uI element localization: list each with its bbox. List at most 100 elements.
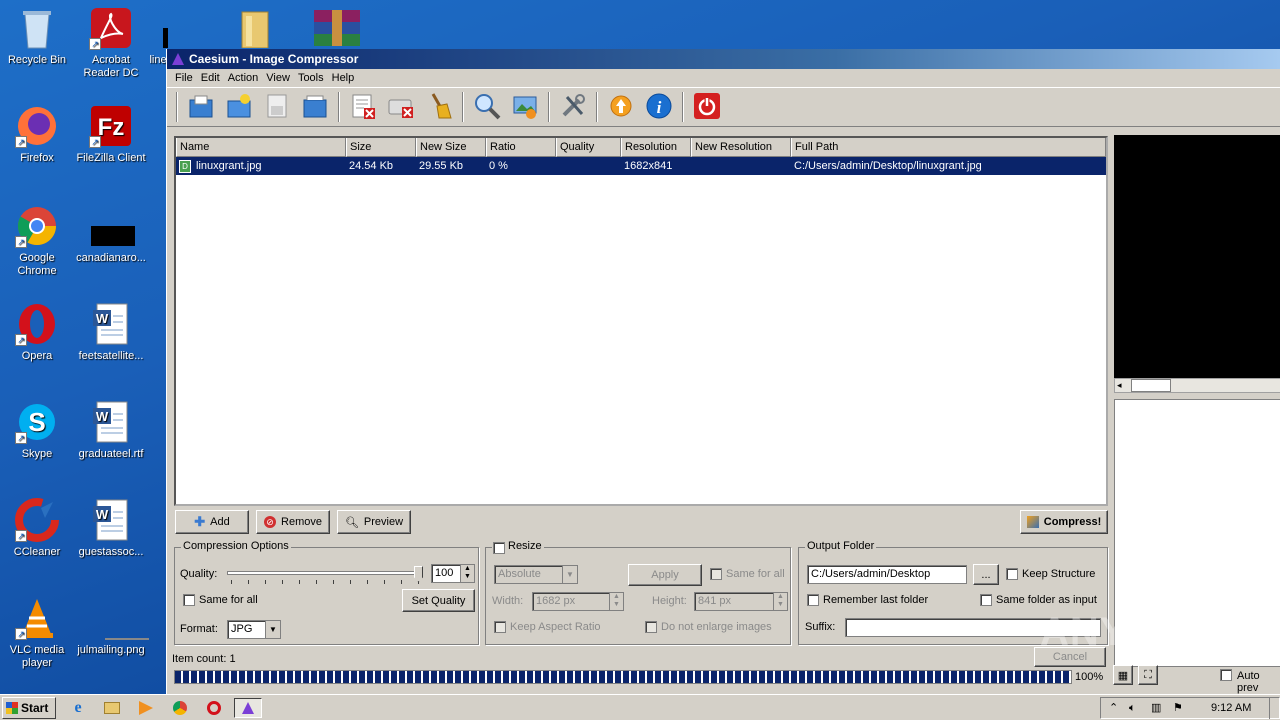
add-button[interactable]: ✚ Add: [175, 510, 249, 534]
desktop-icon-acrobat[interactable]: ↗ Acrobat Reader DC: [74, 6, 148, 80]
remember-last-folder-label: Remember last folder: [823, 594, 929, 606]
dropdown-arrow-icon: ▼: [562, 566, 577, 583]
taskbar-explorer-button[interactable]: [98, 698, 126, 718]
auto-preview-checkbox[interactable]: [1220, 669, 1232, 681]
width-spinbox[interactable]: 1682 px ▲ ▼: [532, 592, 624, 611]
windows-flag-icon: [6, 702, 18, 714]
action-center-flag-icon[interactable]: ⚑: [1173, 698, 1183, 718]
taskbar-chrome-button[interactable]: [166, 698, 194, 718]
desktop-icon-skype[interactable]: S ↗ Skype: [0, 400, 74, 461]
new-folder-button[interactable]: [221, 90, 257, 124]
remove-button[interactable]: ⊘ Remove: [256, 510, 330, 534]
svg-text:W: W: [96, 311, 109, 326]
keep-aspect-checkbox[interactable]: [494, 621, 506, 633]
preview-button[interactable]: 🔍︎ Preview: [337, 510, 411, 534]
scroll-left-icon[interactable]: ◂: [1117, 379, 1122, 392]
same-for-all-checkbox[interactable]: [183, 594, 195, 606]
thumbnail-view-button[interactable]: ▦: [1113, 665, 1133, 685]
output-path-input[interactable]: C:/Users/admin/Desktop: [807, 565, 967, 584]
quality-slider[interactable]: [227, 566, 423, 586]
desktop-icon-guestassoc[interactable]: W guestassoc...: [74, 498, 148, 559]
winrar-icon[interactable]: [312, 8, 362, 48]
format-select[interactable]: JPG ▼: [227, 620, 281, 639]
open-folder-button[interactable]: [183, 90, 219, 124]
menu-file[interactable]: File: [171, 69, 197, 87]
column-quality[interactable]: Quality: [556, 138, 621, 157]
same-folder-checkbox[interactable]: [980, 594, 992, 606]
column-new-size[interactable]: New Size: [416, 138, 486, 157]
suffix-label: Suffix:: [805, 621, 836, 633]
compress-button[interactable]: Compress!: [1020, 510, 1108, 534]
remember-last-folder-checkbox[interactable]: [807, 594, 819, 606]
resize-checkbox[interactable]: [493, 542, 505, 554]
spin-arrows-icon[interactable]: ▲ ▼: [609, 593, 623, 610]
show-desktop-button[interactable]: [1269, 697, 1279, 719]
column-resolution[interactable]: Resolution: [621, 138, 691, 157]
exit-button[interactable]: [689, 90, 725, 124]
quality-spinbox[interactable]: 100 ▲ ▼: [431, 564, 475, 583]
search-button[interactable]: [469, 90, 505, 124]
set-quality-button[interactable]: Set Quality: [402, 589, 475, 612]
desktop-icon-opera[interactable]: ↗ Opera: [0, 302, 74, 363]
volume-icon[interactable]: 🔈︎: [1129, 698, 1136, 718]
caesium-app-icon: [172, 53, 184, 65]
desktop-icon-line[interactable]: line: [148, 6, 168, 67]
tray-expand-icon[interactable]: ⌃: [1109, 698, 1118, 718]
folder-icon[interactable]: [240, 8, 272, 49]
desktop-icon-vlc[interactable]: ↗ VLC media player: [0, 596, 74, 670]
window-titlebar[interactable]: Caesium - Image Compressor: [167, 49, 1280, 69]
file-list[interactable]: Name Size New Size Ratio Quality Resolut…: [174, 136, 1108, 506]
keep-structure-checkbox[interactable]: [1006, 568, 1018, 580]
taskbar-ie-button[interactable]: e: [64, 698, 92, 718]
menu-tools[interactable]: Tools: [294, 69, 328, 87]
start-button[interactable]: Start: [2, 697, 56, 719]
open-button[interactable]: [297, 90, 333, 124]
save-button[interactable]: [259, 90, 295, 124]
update-button[interactable]: [603, 90, 639, 124]
table-row[interactable]: Dlinuxgrant.jpg 24.54 Kb 29.55 Kb 0 % 16…: [176, 157, 1106, 175]
menu-action[interactable]: Action: [224, 69, 263, 87]
taskbar-caesium-button[interactable]: [234, 698, 262, 718]
network-icon[interactable]: ▥: [1151, 698, 1161, 718]
menu-view[interactable]: View: [262, 69, 294, 87]
desktop-icon-julmailing[interactable]: julmailing.png: [74, 596, 149, 657]
clear-list-button[interactable]: [383, 90, 419, 124]
taskbar-opera-button[interactable]: [200, 698, 228, 718]
scroll-thumb[interactable]: [1131, 379, 1171, 392]
fit-view-button[interactable]: ⛶: [1138, 665, 1158, 685]
menu-edit[interactable]: Edit: [197, 69, 224, 87]
column-new-resolution[interactable]: New Resolution: [691, 138, 791, 157]
desktop-icon-feetsatellite[interactable]: W feetsatellite...: [74, 302, 148, 363]
column-name[interactable]: Name: [176, 138, 346, 157]
no-enlarge-checkbox[interactable]: [645, 621, 657, 633]
desktop-icon-filezilla[interactable]: Fz ↗ FileZilla Client: [74, 104, 148, 165]
remove-item-button[interactable]: [345, 90, 381, 124]
desktop-icon-canadianaro[interactable]: canadianaro...: [74, 204, 148, 265]
desktop-icon-recycle-bin[interactable]: Recycle Bin: [0, 6, 74, 67]
spin-arrows-icon[interactable]: ▲ ▼: [460, 565, 474, 582]
menu-help[interactable]: Help: [328, 69, 359, 87]
resize-mode-select[interactable]: Absolute ▼: [494, 565, 578, 584]
preview-image-button[interactable]: [507, 90, 543, 124]
column-size[interactable]: Size: [346, 138, 416, 157]
clock[interactable]: 9:12 AM: [1211, 698, 1251, 718]
tools-icon: [559, 92, 587, 123]
column-full-path[interactable]: Full Path: [791, 138, 1106, 157]
settings-button[interactable]: [555, 90, 591, 124]
spin-arrows-icon[interactable]: ▲ ▼: [773, 593, 787, 610]
clean-button[interactable]: [421, 90, 457, 124]
fullscreen-icon: ⛶: [1144, 668, 1152, 681]
desktop-icon-graduateel[interactable]: W graduateel.rtf: [74, 400, 148, 461]
plus-icon: ✚: [194, 514, 206, 529]
column-ratio[interactable]: Ratio: [486, 138, 556, 157]
browse-button[interactable]: ...: [973, 564, 999, 585]
desktop-icon-chrome[interactable]: ↗ Google Chrome: [0, 204, 74, 278]
desktop-icon-firefox[interactable]: ↗ Firefox: [0, 104, 74, 165]
resize-same-for-all-checkbox[interactable]: [710, 568, 722, 580]
about-button[interactable]: i: [641, 90, 677, 124]
preview-scrollbar[interactable]: ◂: [1114, 378, 1280, 393]
height-spinbox[interactable]: 841 px ▲ ▼: [694, 592, 788, 611]
taskbar-media-button[interactable]: [132, 698, 160, 718]
apply-button[interactable]: Apply: [628, 564, 702, 586]
desktop-icon-ccleaner[interactable]: ↗ CCleaner: [0, 498, 74, 559]
